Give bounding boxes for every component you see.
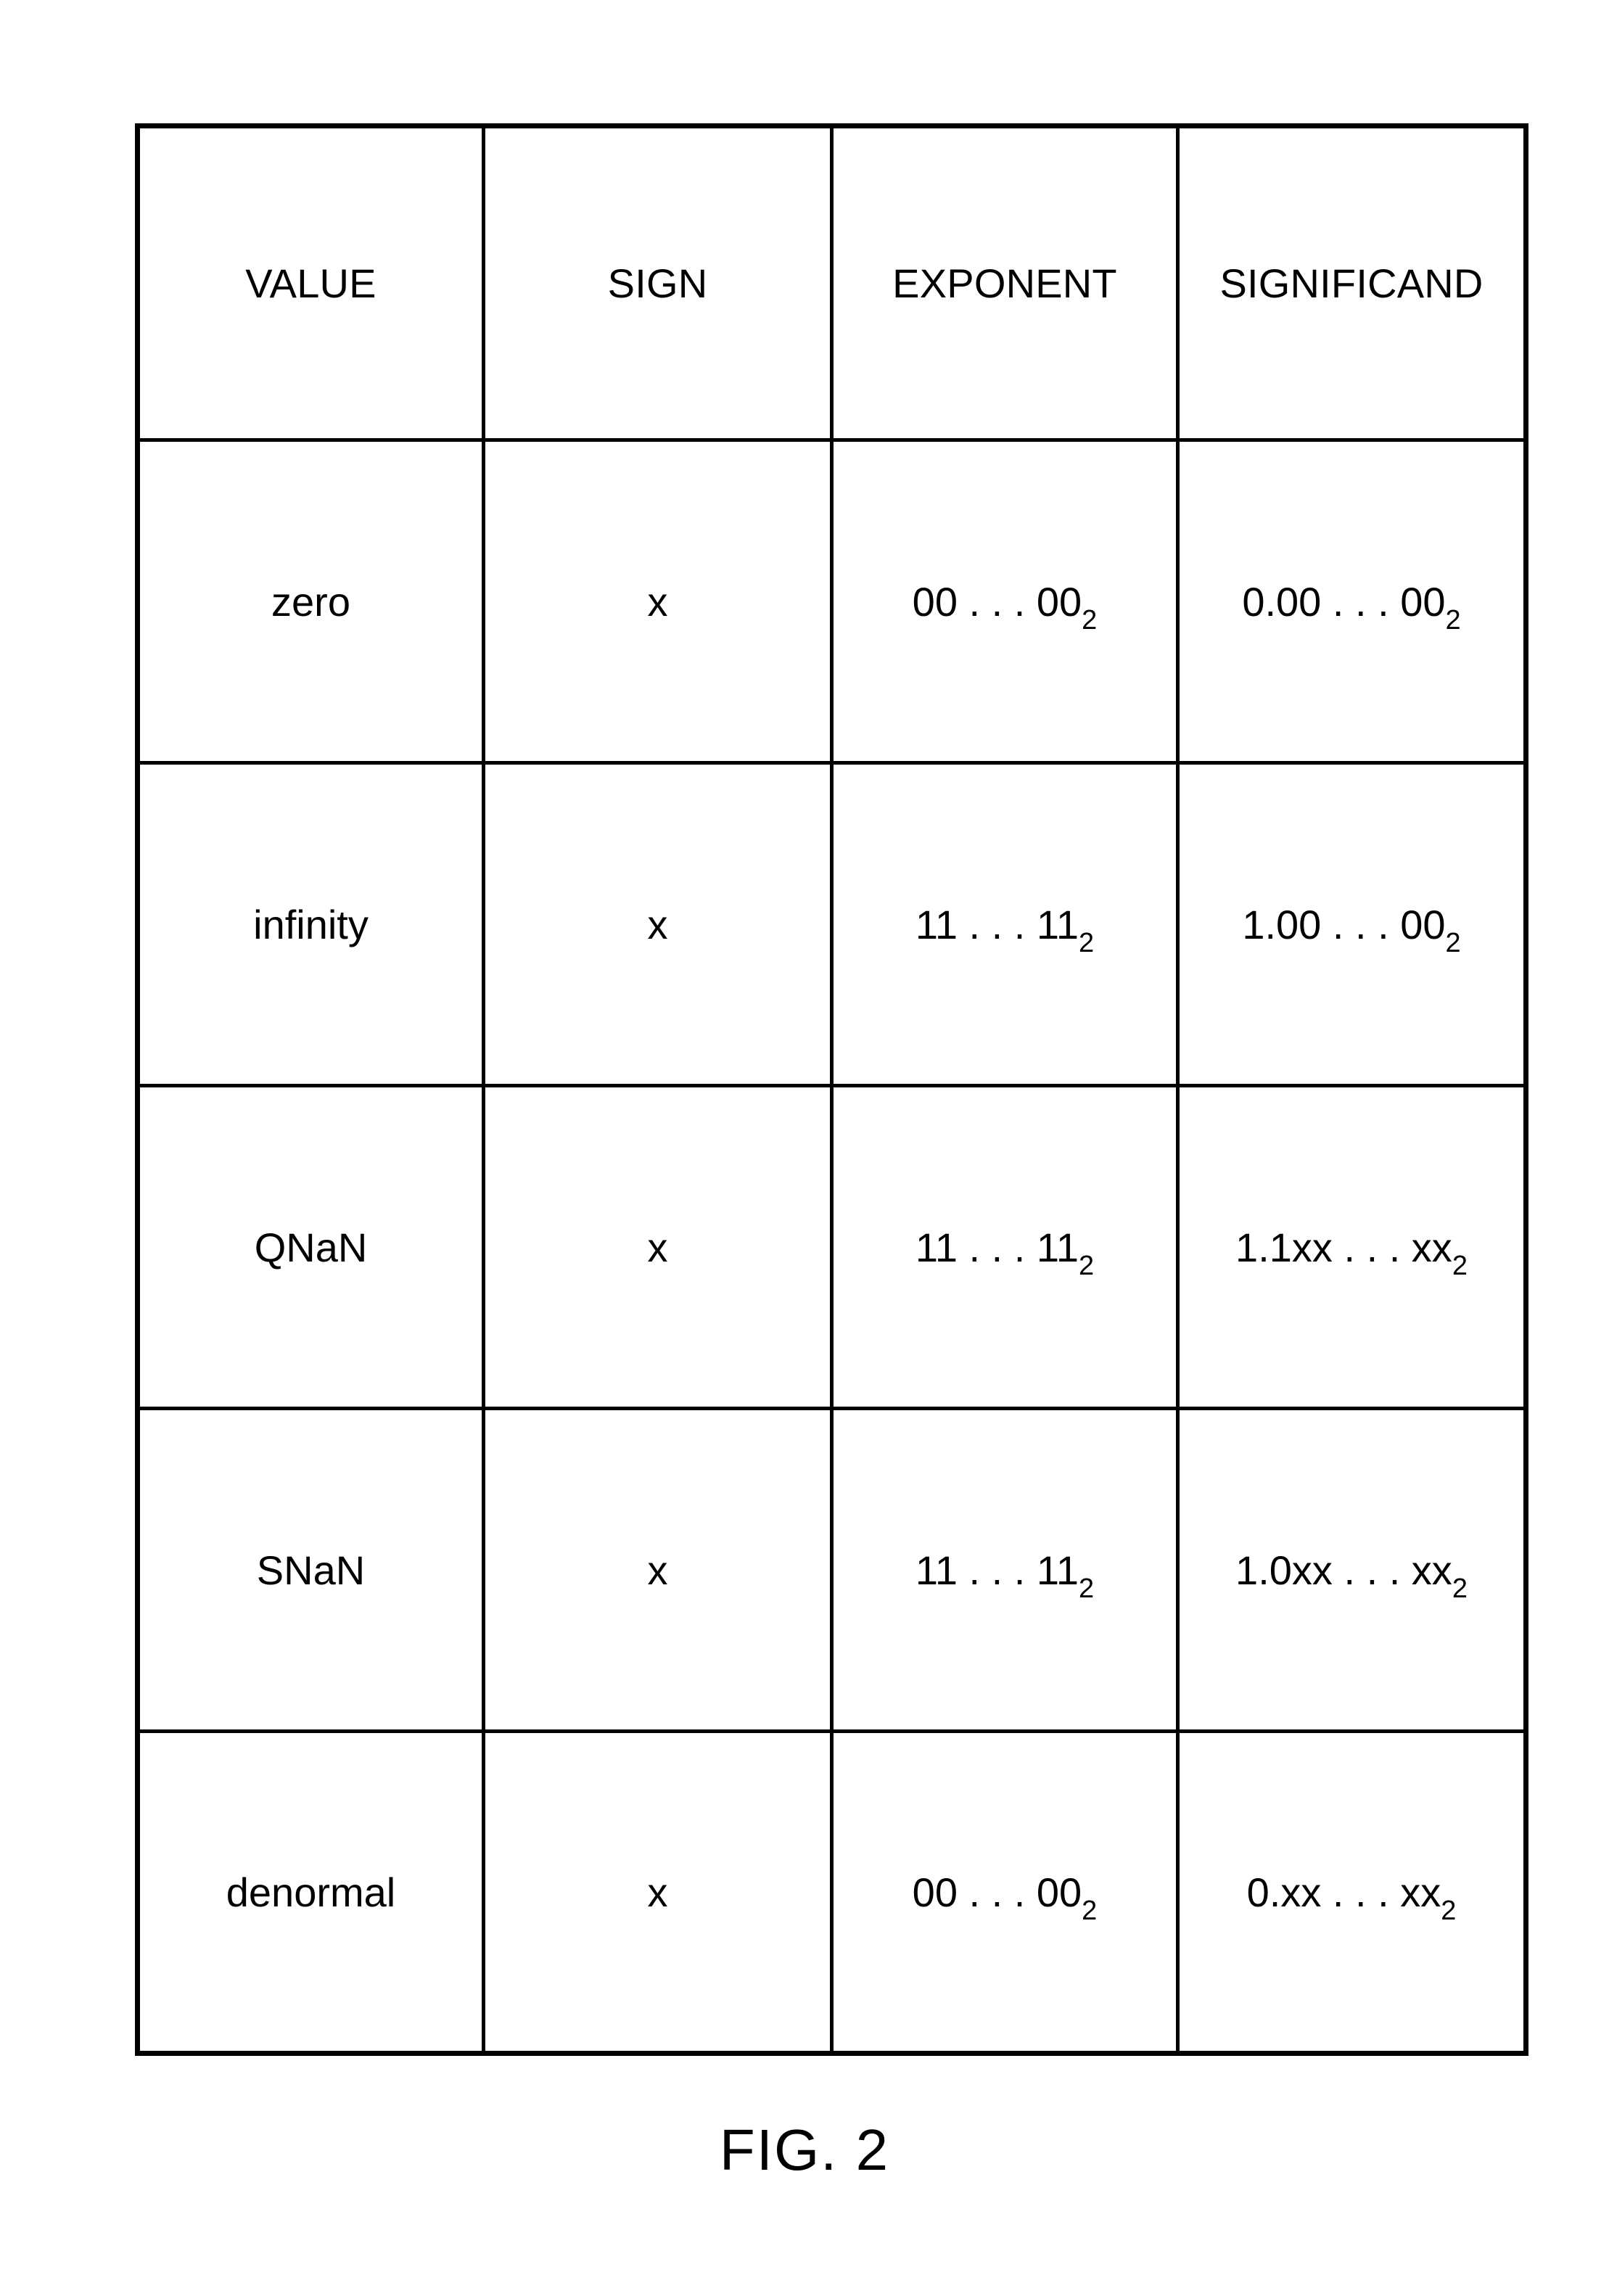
binary-base-subscript: 2 <box>1082 604 1098 635</box>
column-header-exponent: EXPONENT <box>830 124 1180 442</box>
binary-mantissa: 00 . . . 00 <box>912 578 1082 625</box>
binary-literal: 00 . . . 002 <box>912 1869 1098 1926</box>
binary-literal: 0.00 . . . 002 <box>1242 578 1460 635</box>
binary-mantissa: 1.00 . . . 00 <box>1242 901 1446 947</box>
cell-sign: x <box>482 1407 834 1733</box>
binary-literal: 11 . . . 112 <box>915 1224 1094 1281</box>
column-header-significand: SIGNIFICAND <box>1176 124 1528 442</box>
binary-mantissa: 1.1xx . . . xx <box>1235 1224 1452 1270</box>
cell-significand: 1.1xx . . . xx2 <box>1176 1084 1528 1410</box>
cell-exponent: 11 . . . 112 <box>830 1084 1180 1410</box>
binary-mantissa: 00 . . . 00 <box>912 1869 1082 1915</box>
binary-base-subscript: 2 <box>1445 604 1461 635</box>
binary-base-subscript: 2 <box>1452 1573 1468 1604</box>
cell-significand: 0.00 . . . 002 <box>1176 438 1528 765</box>
table-row: infinity x 11 . . . 112 1.00 . . . 002 <box>136 761 1528 1087</box>
cell-value: denormal <box>136 1729 485 2055</box>
binary-base-subscript: 2 <box>1079 927 1095 958</box>
binary-base-subscript: 2 <box>1082 1895 1098 1926</box>
cell-sign: x <box>482 1729 834 2055</box>
cell-value: SNaN <box>136 1407 485 1733</box>
binary-base-subscript: 2 <box>1079 1573 1095 1604</box>
cell-sign: x <box>482 1084 834 1410</box>
cell-sign: x <box>482 761 834 1087</box>
binary-literal: 00 . . . 002 <box>912 578 1098 635</box>
binary-mantissa: 1.0xx . . . xx <box>1235 1547 1452 1593</box>
cell-exponent: 00 . . . 002 <box>830 1729 1180 2055</box>
column-header-sign: SIGN <box>482 124 834 442</box>
binary-mantissa: 11 . . . 11 <box>915 1224 1079 1270</box>
figure-caption: FIG. 2 <box>719 2118 890 2182</box>
cell-exponent: 00 . . . 002 <box>830 438 1180 765</box>
cell-value: QNaN <box>136 1084 485 1410</box>
value-encoding-table: VALUE SIGN EXPONENT SIGNIFICAND zero x 0… <box>135 123 1528 2056</box>
binary-literal: 0.xx . . . xx2 <box>1246 1869 1457 1926</box>
binary-literal: 1.1xx . . . xx2 <box>1235 1224 1468 1281</box>
cell-sign: x <box>482 438 834 765</box>
binary-base-subscript: 2 <box>1441 1895 1457 1926</box>
binary-base-subscript: 2 <box>1445 927 1461 958</box>
cell-significand: 1.00 . . . 002 <box>1176 761 1528 1087</box>
cell-exponent: 11 . . . 112 <box>830 1407 1180 1733</box>
table-row: denormal x 00 . . . 002 0.xx . . . xx2 <box>136 1729 1528 2055</box>
cell-value: infinity <box>136 761 485 1087</box>
binary-base-subscript: 2 <box>1079 1250 1095 1281</box>
binary-literal: 1.00 . . . 002 <box>1242 901 1460 958</box>
binary-literal: 11 . . . 112 <box>915 901 1094 958</box>
cell-significand: 0.xx . . . xx2 <box>1176 1729 1528 2055</box>
table-row: zero x 00 . . . 002 0.00 . . . 002 <box>136 438 1528 765</box>
binary-mantissa: 11 . . . 11 <box>915 1547 1079 1593</box>
table-header-row: VALUE SIGN EXPONENT SIGNIFICAND <box>136 124 1528 442</box>
patent-figure-sheet: VALUE SIGN EXPONENT SIGNIFICAND zero x 0… <box>0 0 1609 2296</box>
binary-base-subscript: 2 <box>1452 1250 1468 1281</box>
table-row: QNaN x 11 . . . 112 1.1xx . . . xx2 <box>136 1084 1528 1410</box>
cell-value: zero <box>136 438 485 765</box>
table-row: SNaN x 11 . . . 112 1.0xx . . . xx2 <box>136 1407 1528 1733</box>
binary-literal: 1.0xx . . . xx2 <box>1235 1547 1468 1604</box>
binary-mantissa: 0.00 . . . 00 <box>1242 578 1446 625</box>
binary-literal: 11 . . . 112 <box>915 1547 1094 1604</box>
column-header-value: VALUE <box>136 124 485 442</box>
binary-mantissa: 0.xx . . . xx <box>1246 1869 1441 1915</box>
binary-mantissa: 11 . . . 11 <box>915 901 1079 947</box>
cell-exponent: 11 . . . 112 <box>830 761 1180 1087</box>
cell-significand: 1.0xx . . . xx2 <box>1176 1407 1528 1733</box>
